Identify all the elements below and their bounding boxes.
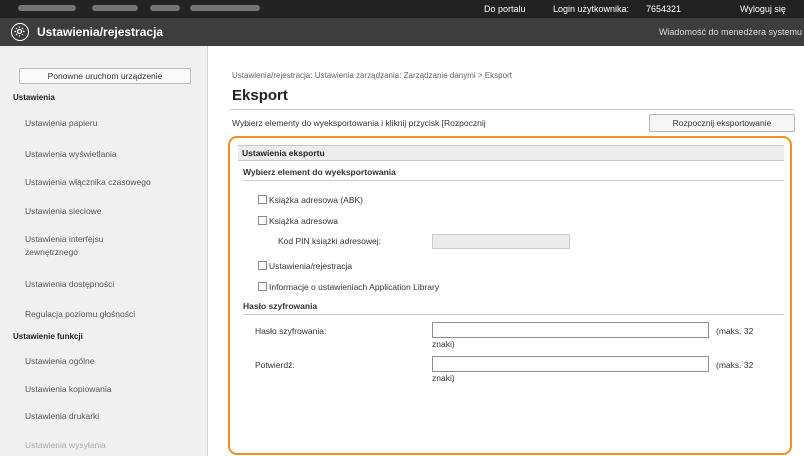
- option-label: Informacje o ustawieniach Application Li…: [269, 282, 440, 292]
- instruction-text: Wybierz elementy do wyeksportowania i kl…: [232, 118, 486, 128]
- sidebar-section-functions: Ustawienie funkcji: [13, 332, 83, 341]
- sidebar-item-general[interactable]: Ustawienia ogólne: [25, 355, 200, 368]
- encryption-password-input[interactable]: [432, 322, 709, 338]
- message-to-admin-link[interactable]: Wiadomość do menedżera systemu: [659, 27, 802, 37]
- password-limit-note-cont: znaki): [432, 339, 455, 349]
- sidebar-item-display[interactable]: Ustawienia wyświetlania: [25, 148, 200, 161]
- start-export-button[interactable]: Rozpocznij eksportowanie: [649, 114, 795, 132]
- section-divider: [243, 180, 784, 181]
- app-title: Ustawienia/rejestracja: [37, 25, 164, 39]
- option-label: Ustawienia/rejestracja: [269, 261, 353, 271]
- sidebar-item-send[interactable]: Ustawienia wysyłania: [25, 439, 200, 452]
- sidebar: Ponowne uruchom urządzenie Ustawienia Us…: [0, 46, 208, 456]
- sidebar-item-copy[interactable]: Ustawienia kopiowania: [25, 383, 200, 396]
- sidebar-item-paper[interactable]: Ustawienia papieru: [25, 117, 200, 130]
- select-items-heading: Wybierz element do wyeksportowania: [243, 167, 396, 177]
- main-content: Ustawienia/rejestracja: Ustawienia zarzą…: [208, 46, 804, 456]
- option-application-library[interactable]: Informacje o ustawieniach Application Li…: [258, 282, 439, 292]
- sidebar-item-volume[interactable]: Regulacja poziomu głośności: [25, 308, 200, 321]
- sidebar-item-accessibility[interactable]: Ustawienia dostępności: [25, 278, 200, 291]
- user-id: 7654321: [646, 4, 682, 14]
- export-settings-panel: Ustawienia eksportu Wybierz element do w…: [228, 136, 792, 455]
- option-address-book[interactable]: Książka adresowa: [258, 216, 338, 226]
- blurred-text: [18, 5, 76, 11]
- password-limit-note: (maks. 32: [716, 326, 754, 336]
- title-bar: Ustawienia/rejestracja Wiadomość do mene…: [0, 18, 804, 46]
- restart-device-button[interactable]: Ponowne uruchom urządzenie: [19, 68, 191, 84]
- portal-link[interactable]: Do portalu: [484, 4, 526, 14]
- confirm-password-input[interactable]: [432, 356, 709, 372]
- top-bar: Do portalu Login użytkownika: 7654321 Wy…: [0, 0, 804, 18]
- section-divider: [243, 314, 784, 315]
- title-divider: [230, 109, 794, 110]
- blurred-text: [92, 5, 138, 11]
- page-title: Eksport: [232, 87, 288, 104]
- settings-registration-checkbox[interactable]: [258, 261, 267, 270]
- sidebar-item-network[interactable]: Ustawienia sieciowe: [25, 205, 200, 218]
- logout-link[interactable]: Wyloguj się: [740, 4, 786, 14]
- address-book-pin-input[interactable]: [432, 234, 570, 249]
- option-settings-registration[interactable]: Ustawienia/rejestracja: [258, 261, 352, 271]
- address-book-checkbox[interactable]: [258, 216, 267, 225]
- confirm-limit-note: (maks. 32: [716, 360, 754, 370]
- sidebar-item-printer[interactable]: Ustawienia drukarki: [25, 410, 200, 423]
- blurred-text: [190, 5, 260, 11]
- pin-label: Kod PIN książki adresowej:: [278, 236, 381, 246]
- encryption-heading: Hasło szyfrowania: [243, 301, 318, 311]
- export-settings-header: Ustawienia eksportu: [238, 145, 784, 161]
- settings-gear-icon: [11, 23, 29, 41]
- sidebar-section-settings: Ustawienia: [13, 93, 55, 102]
- confirm-label: Potwierdź:: [255, 360, 295, 370]
- blurred-text: [150, 5, 180, 11]
- application-library-checkbox[interactable]: [258, 282, 267, 291]
- breadcrumb: Ustawienia/rejestracja: Ustawienia zarzą…: [232, 71, 512, 80]
- password-label: Hasło szyfrowania:: [255, 326, 327, 336]
- option-label: Książka adresowa: [269, 216, 338, 226]
- option-label: Książka adresowa (ABK): [269, 195, 364, 205]
- option-address-book-abk[interactable]: Książka adresowa (ABK): [258, 195, 363, 205]
- confirm-limit-note-cont: znaki): [432, 373, 455, 383]
- user-login-label: Login użytkownika:: [553, 4, 630, 14]
- address-book-abk-checkbox[interactable]: [258, 195, 267, 204]
- sidebar-item-timer[interactable]: Ustawienia włącznika czasowego: [25, 176, 200, 189]
- sidebar-item-external-interface[interactable]: Ustawienia interfejsu zewnętrznego: [25, 233, 125, 259]
